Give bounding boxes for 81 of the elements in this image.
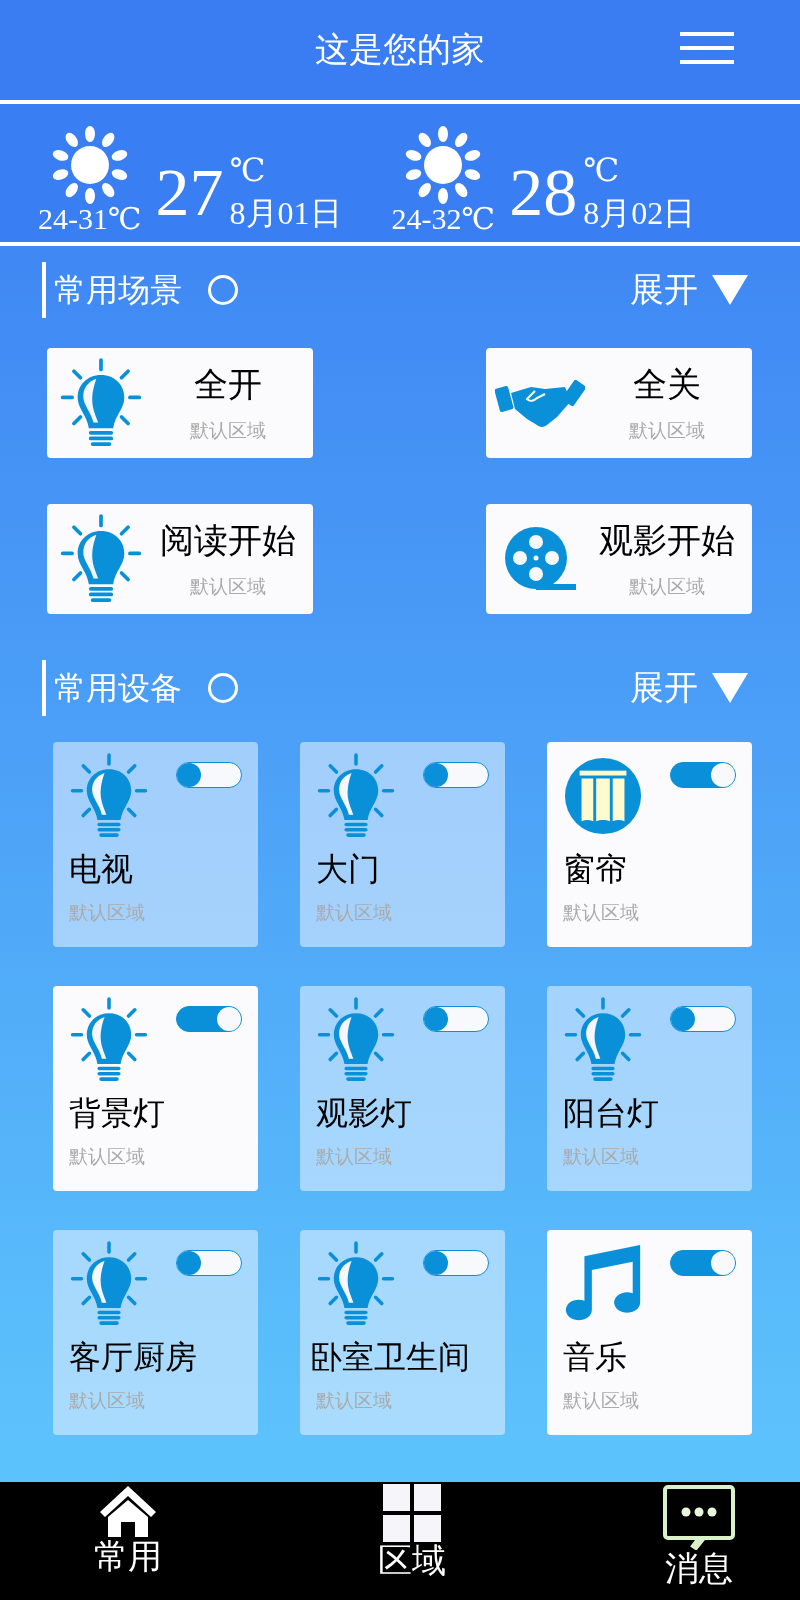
temperature-unit: ℃ [229, 154, 267, 186]
scene-card[interactable]: 全开 默认区域 [47, 348, 313, 458]
section-title: 常用场景 [42, 262, 182, 318]
device-card[interactable]: 卧室卫生间 默认区域 [300, 1230, 505, 1435]
device-name: 观影灯 [316, 1094, 413, 1133]
light-bulb-icon [59, 514, 143, 604]
film-reel-icon [504, 526, 576, 592]
device-card[interactable]: 电视 默认区域 [53, 742, 258, 947]
ring-icon [208, 673, 238, 703]
device-name: 客厅厨房 [69, 1338, 198, 1377]
device-name: 电视 [69, 850, 134, 889]
toggle-switch[interactable] [176, 1250, 242, 1276]
toggle-switch[interactable] [176, 762, 242, 788]
weather-date: 8月01日 [229, 194, 342, 233]
light-bulb-icon [316, 753, 396, 839]
curtain-icon [563, 757, 643, 835]
device-area: 默认区域 [69, 900, 258, 926]
home-icon [98, 1484, 158, 1538]
light-bulb-icon [563, 997, 643, 1083]
temperature-range: 24-32℃ [391, 201, 496, 236]
temperature-unit: ℃ [583, 154, 620, 186]
scene-card[interactable]: 观影开始 默认区域 [486, 504, 752, 614]
toggle-switch[interactable] [670, 1250, 736, 1276]
current-temperature: 28 [509, 158, 578, 226]
ring-icon [208, 275, 238, 305]
device-card[interactable]: 客厅厨房 默认区域 [53, 1230, 258, 1435]
device-card[interactable]: 阳台灯 默认区域 [547, 986, 752, 1191]
device-area: 默认区域 [316, 900, 505, 926]
toggle-switch[interactable] [670, 762, 736, 788]
device-area: 默认区域 [69, 1388, 258, 1414]
music-note-icon [563, 1245, 643, 1323]
light-bulb-icon [69, 1241, 149, 1327]
toggle-switch[interactable] [670, 1006, 736, 1032]
scene-name: 阅读开始 [160, 521, 296, 561]
toggle-switch[interactable] [176, 1006, 242, 1032]
toggle-switch[interactable] [423, 762, 489, 788]
scene-name: 观影开始 [599, 521, 735, 561]
device-name: 窗帘 [563, 850, 628, 889]
weather-date: 8月02日 [583, 194, 696, 233]
light-bulb-icon [316, 1241, 396, 1327]
scene-name: 全关 [633, 365, 701, 405]
device-area: 默认区域 [316, 1144, 505, 1170]
device-area: 默认区域 [563, 900, 752, 926]
device-area: 默认区域 [69, 1144, 258, 1170]
device-name: 背景灯 [69, 1094, 166, 1133]
device-area: 默认区域 [563, 1144, 752, 1170]
grid-icon [383, 1484, 441, 1542]
device-card[interactable]: 背景灯 默认区域 [53, 986, 258, 1191]
device-card[interactable]: 音乐 默认区域 [547, 1230, 752, 1435]
light-bulb-icon [69, 997, 149, 1083]
caret-icon [712, 275, 748, 305]
light-bulb-icon [316, 997, 396, 1083]
device-name: 音乐 [563, 1338, 628, 1377]
device-card[interactable]: 窗帘 默认区域 [547, 742, 752, 947]
current-temperature: 27 [155, 158, 224, 226]
device-card[interactable]: 观影灯 默认区域 [300, 986, 505, 1191]
device-name: 阳台灯 [563, 1094, 660, 1133]
light-bulb-icon [59, 358, 143, 448]
scene-card[interactable]: 阅读开始 默认区域 [47, 504, 313, 614]
scene-card[interactable]: 全关 默认区域 [486, 348, 752, 458]
temperature-range: 24-31℃ [38, 201, 142, 236]
device-area: 默认区域 [316, 1388, 505, 1414]
tab-button[interactable]: 常用 [94, 1482, 162, 1598]
scene-name: 全开 [194, 365, 262, 405]
scene-area: 默认区域 [629, 418, 705, 444]
device-card[interactable]: 大门 默认区域 [300, 742, 505, 947]
caret-icon [712, 673, 748, 703]
scene-area: 默认区域 [190, 574, 266, 600]
toggle-switch[interactable] [423, 1006, 489, 1032]
page-title: 这是您的家 [315, 30, 485, 70]
toggle-switch[interactable] [423, 1250, 489, 1276]
device-name: 卧室卫生间 [310, 1338, 471, 1377]
device-area: 默认区域 [563, 1388, 752, 1414]
section-title: 常用设备 [42, 660, 182, 716]
menu-button[interactable] [680, 30, 734, 66]
tab-button[interactable]: 消息 [662, 1482, 736, 1598]
scene-area: 默认区域 [629, 574, 705, 600]
device-name: 大门 [316, 850, 381, 889]
light-bulb-icon [69, 753, 149, 839]
scene-area: 默认区域 [190, 418, 266, 444]
tab-button[interactable]: 区域 [378, 1482, 446, 1598]
